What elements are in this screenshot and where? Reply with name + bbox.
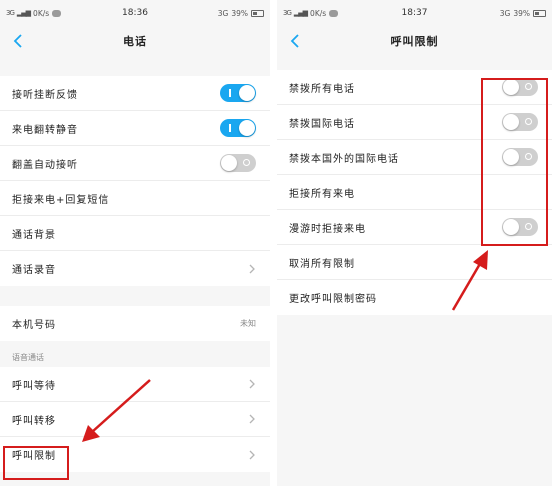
network-type: 3G [499, 8, 511, 18]
nav-bar: 呼叫限制 [277, 26, 552, 56]
section-header-voice-call: 语音通话 [0, 341, 270, 367]
row-label: 更改呼叫限制密码 [289, 294, 377, 305]
network-type: 3G [217, 8, 229, 18]
settings-row-answer-feedback[interactable]: 接听挂断反馈 [0, 76, 270, 111]
settings-row-call-forwarding[interactable]: 呼叫转移 [0, 402, 270, 437]
toggle-knob [503, 149, 519, 165]
row-label: 禁拨所有电话 [289, 83, 355, 95]
toggle-knob [221, 155, 237, 171]
settings-row-reject-sms[interactable]: 拒接来电+回复短信 [0, 181, 270, 216]
toggle-switch[interactable] [502, 148, 538, 166]
battery-icon [251, 9, 264, 17]
battery-icon [533, 9, 546, 17]
row-label: 接听挂断反馈 [12, 89, 78, 101]
page-title: 呼叫限制 [390, 35, 439, 48]
signal-icon: 3G [6, 9, 15, 17]
barring-row-all-outgoing[interactable]: 禁拨所有电话 [277, 70, 552, 105]
page-title: 电话 [123, 35, 147, 48]
settings-row-call-waiting[interactable]: 呼叫等待 [0, 367, 270, 402]
call-barring-list: 禁拨所有电话 禁拨国际电话 禁拨本国外的国际电话 拒接所有来电 漫游时拒接来电 … [277, 70, 552, 315]
row-label: 呼叫转移 [12, 415, 56, 427]
signal-icon: 3G [283, 9, 292, 17]
status-bar: 3G ▂▄▆ 0K/s 18:37 3G 39% [277, 0, 552, 26]
signal-bars-icon: ▂▄▆ [16, 9, 31, 17]
network-speed: 0K/s [33, 8, 50, 18]
toggle-knob [503, 79, 519, 95]
chevron-right-icon [249, 264, 255, 273]
row-label: 翻盖自动接听 [12, 159, 78, 171]
signal-bars-icon: ▂▄▆ [293, 9, 308, 17]
row-label: 通话录音 [12, 265, 56, 276]
toggle-switch[interactable] [220, 84, 256, 102]
chevron-left-icon[interactable] [289, 34, 301, 48]
row-label: 拒接来电+回复短信 [12, 194, 110, 206]
toggle-switch[interactable] [220, 119, 256, 137]
toggle-switch[interactable] [502, 218, 538, 236]
chevron-right-icon [249, 379, 255, 389]
row-label: 取消所有限制 [289, 258, 355, 270]
settings-section-number: 本机号码 未知 [0, 306, 270, 341]
row-label: 来电翻转静音 [12, 124, 78, 136]
row-value: 未知 [240, 319, 256, 328]
barring-row-change-password[interactable]: 更改呼叫限制密码 [277, 280, 552, 315]
row-label: 拒接所有来电 [289, 188, 355, 200]
row-label: 呼叫限制 [12, 451, 56, 462]
barring-row-cancel-all[interactable]: 取消所有限制 [277, 245, 552, 280]
settings-row-call-barring[interactable]: 呼叫限制 [0, 437, 270, 472]
settings-row-flip-mute[interactable]: 来电翻转静音 [0, 111, 270, 146]
barring-row-all-incoming[interactable]: 拒接所有来电 [277, 175, 552, 210]
settings-row-flip-answer[interactable]: 翻盖自动接听 [0, 146, 270, 181]
row-label: 呼叫等待 [12, 380, 56, 392]
toggle-knob [503, 219, 519, 235]
nav-bar: 电话 [0, 26, 270, 56]
settings-section-general: 接听挂断反馈 来电翻转静音 翻盖自动接听 拒接来电+回复短信 通话背景 通话录音 [0, 76, 270, 286]
row-label: 漫游时拒接来电 [289, 223, 366, 235]
toggle-switch[interactable] [502, 113, 538, 131]
chevron-right-icon [249, 414, 255, 424]
left-phone-screen: 3G ▂▄▆ 0K/s 18:36 3G 39% 电话 接听挂断反馈 来电翻转静… [0, 0, 270, 486]
toggle-switch[interactable] [502, 78, 538, 96]
toggle-knob [239, 120, 255, 136]
settings-section-voice-call: 呼叫等待 呼叫转移 呼叫限制 [0, 367, 270, 472]
settings-row-call-background[interactable]: 通话背景 [0, 216, 270, 251]
wechat-notification-icon [329, 9, 339, 17]
row-label: 禁拨本国外的国际电话 [289, 153, 399, 165]
settings-row-my-number[interactable]: 本机号码 未知 [0, 306, 270, 341]
row-label: 通话背景 [12, 229, 56, 241]
toggle-switch[interactable] [220, 154, 256, 172]
chevron-left-icon[interactable] [12, 34, 24, 48]
toggle-knob [239, 85, 255, 101]
network-speed: 0K/s [310, 8, 327, 18]
wechat-notification-icon [52, 9, 62, 17]
chevron-right-icon [249, 450, 255, 459]
barring-row-international-except-home[interactable]: 禁拨本国外的国际电话 [277, 140, 552, 175]
battery-percent: 39% [231, 8, 248, 18]
barring-row-international[interactable]: 禁拨国际电话 [277, 105, 552, 140]
barring-row-roaming-incoming[interactable]: 漫游时拒接来电 [277, 210, 552, 245]
row-label: 本机号码 [12, 320, 56, 331]
status-bar: 3G ▂▄▆ 0K/s 18:36 3G 39% [0, 0, 270, 26]
row-label: 禁拨国际电话 [289, 118, 355, 130]
settings-row-call-recording[interactable]: 通话录音 [0, 251, 270, 286]
toggle-knob [503, 114, 519, 130]
battery-percent: 39% [513, 8, 530, 18]
right-phone-screen: 3G ▂▄▆ 0K/s 18:37 3G 39% 呼叫限制 禁拨所有电话 禁拨国… [277, 0, 552, 486]
